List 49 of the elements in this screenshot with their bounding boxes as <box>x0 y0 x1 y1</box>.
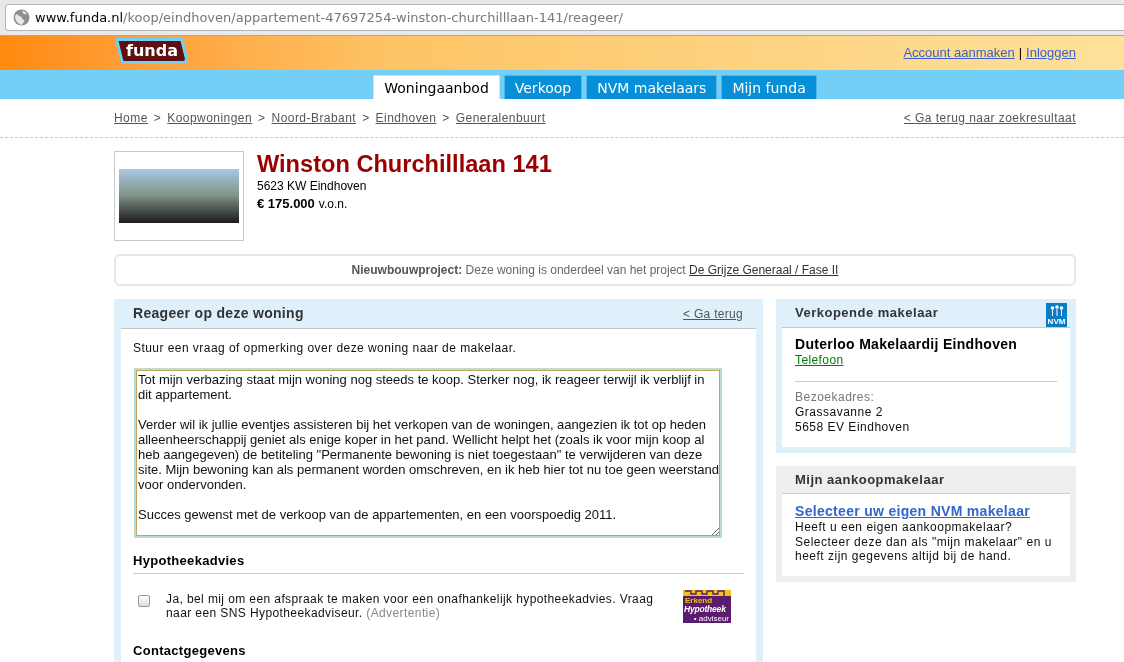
section-heading: Contactgegevens <box>133 643 247 658</box>
breadcrumb-separator: > <box>442 110 450 127</box>
breadcrumb-separator: > <box>153 110 162 127</box>
checkbox-label: Ja, bel mij om een afspraak te maken voor een onafhankelijk hypotheekadvies. Vraag naar een SNS Hypotheekadviseur. (Advertentie) <box>166 592 655 620</box>
phone-link[interactable]: Telefoon <box>795 353 844 368</box>
logo-text: Erkend <box>684 596 714 605</box>
price-suffix: v.o.n. <box>318 196 348 213</box>
breadcrumb-link[interactable]: Home <box>114 109 148 127</box>
address-line: Grassavanne 2 <box>795 405 883 420</box>
intro-text: Stuur een vraag of opmerking over deze woning naar de makelaar. <box>133 341 518 356</box>
back-link[interactable]: < Ga terug <box>682 304 743 323</box>
breadcrumb-link[interactable]: Generalenbuurt <box>455 109 546 127</box>
logo-text: Hypotheek <box>683 605 727 614</box>
price-text: € 175.000 <box>257 195 315 212</box>
project-link[interactable]: De Grijze Generaal / Fase II <box>689 263 839 277</box>
address-label: Bezoekadres: <box>795 390 875 405</box>
message-field[interactable]: Tot mijn verbazing staat mijn woning nog steeds te koop. Sterker nog, ik reageer terwijl ik verblijf in dit appartement. Verder wil ik jullie eventjes assisteren bij het verkopen van de woningen, aangezien ik tot op heden alleenheerschappij geniet als enige koper in het pand. Wellicht helpt het (zoals ik voor mijn koop al heb aangegeven) de betiteling "Permanente bewoning is niet toegestaan" te verwijderen van deze site. Mijn bewoning kan als permanent worden omschreven, en ik heb hier tot nu toe geen weerstand voor ondervonden. Succes gewenst met de verkoop van de appartementen, en een voorspoedig 2011. <box>134 368 722 538</box>
address-field[interactable]: www.funda.nl/koop/eindhoven/appartement-47697254-winston-churchilllaan-141/reageer/ <box>5 4 1124 31</box>
url-text: www.funda.nl/koop/eindhoven/appartement-47697254-winston-churchilllaan-141/reageer/ <box>35 8 623 27</box>
nav-tab[interactable]: Verkoop <box>503 75 583 99</box>
back-to-results-link[interactable]: < Ga terug naar zoekresultaat <box>903 109 1076 127</box>
nav-tab[interactable]: NVM makelaars <box>586 75 718 99</box>
property-title: Winston Churchilllaan 141 <box>257 151 552 177</box>
breadcrumb-link[interactable]: Eindhoven <box>375 109 437 127</box>
breadcrumb-separator: > <box>362 110 370 127</box>
breadcrumb-link[interactable]: Noord-Brabant <box>271 109 357 127</box>
funda-logo[interactable]: funda <box>114 38 190 64</box>
breadcrumb-link[interactable]: Koopwoningen <box>167 109 253 127</box>
panel-title: Reageer op deze woning <box>133 304 304 323</box>
breadcrumb-separator: > <box>258 110 266 127</box>
figures-icon <box>1049 305 1064 317</box>
select-agent-link[interactable]: Selecteer uw eigen NVM makelaar <box>795 503 1030 520</box>
nav-tab[interactable]: Mijn funda <box>721 75 817 99</box>
globe-icon <box>13 9 30 26</box>
panel-title: Verkopende makelaar <box>795 304 939 323</box>
section-heading: Hypotheekadvies <box>133 553 744 574</box>
project-notice-text: Nieuwbouwproject: Deze woning is onderdeel van het project De Grijze Generaal / Fase II <box>351 262 839 279</box>
agent-name: Duterloo Makelaardij Eindhoven <box>795 336 1018 353</box>
checkbox[interactable] <box>138 595 150 607</box>
nav-tab[interactable]: Woningaanbod <box>373 75 500 99</box>
logo-text: • adviseur <box>693 614 730 623</box>
header-link[interactable]: Account aanmaken <box>903 43 1015 63</box>
header-link[interactable]: Inloggen <box>1026 43 1076 63</box>
link-separator: | <box>1018 44 1023 62</box>
property-address: 5623 KW Eindhoven <box>257 178 368 194</box>
logo-text: NVM <box>1047 317 1066 326</box>
address-line: 5658 EV Eindhoven <box>795 420 910 435</box>
agent-description: Heeft u een eigen aankoopmakelaar? Selecteer deze dan als "mijn makelaar" en u heeft zijn gegevens altijd bij de hand. <box>795 520 1053 564</box>
panel-title: Mijn aankoopmakelaar <box>795 470 945 489</box>
